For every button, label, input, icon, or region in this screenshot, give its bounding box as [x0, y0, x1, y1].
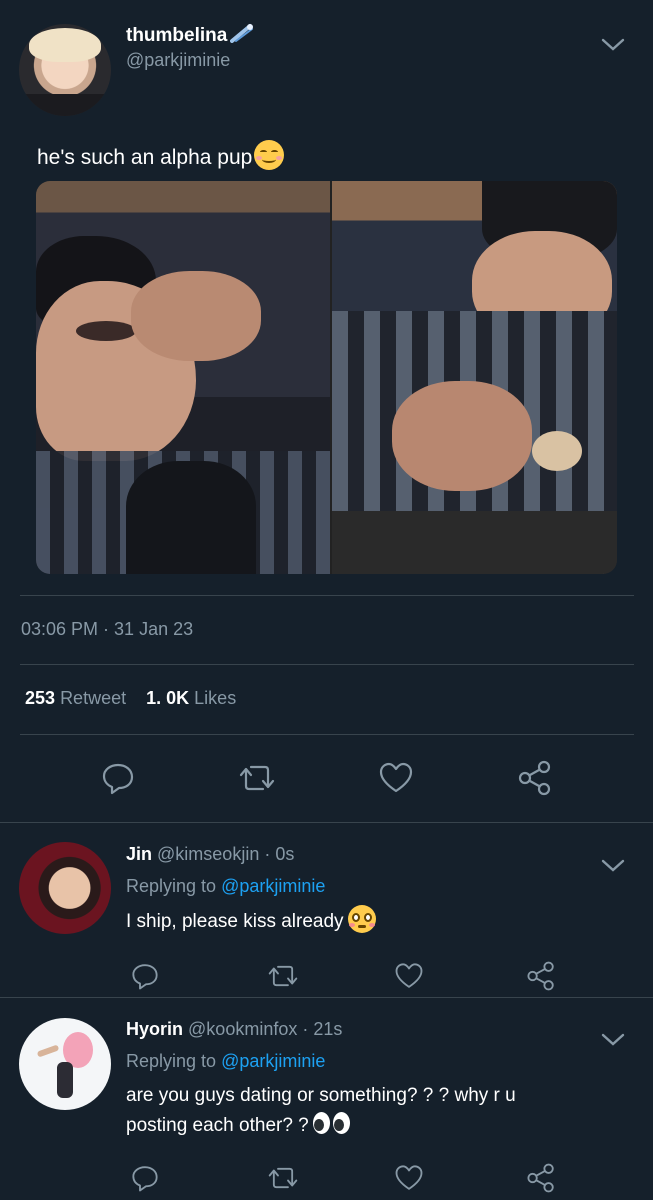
likes-stat[interactable]: 1. 0K Likes	[146, 688, 236, 708]
reply-text: I ship, please kiss already	[126, 905, 376, 937]
share-icon[interactable]	[515, 758, 555, 798]
reply-action-bar	[0, 1158, 653, 1198]
reply-icon[interactable]	[125, 1158, 165, 1198]
reply-action-bar	[0, 956, 653, 996]
like-icon[interactable]	[389, 956, 429, 996]
chevron-down-icon[interactable]	[600, 858, 626, 874]
reply-text-line: posting each other? ?	[126, 1115, 309, 1136]
smiling-blush-emoji-icon	[254, 140, 285, 170]
retweet-icon[interactable]	[263, 1158, 303, 1198]
replying-to: Replying to @parkjiminie	[126, 1051, 325, 1072]
author-display-name[interactable]: thumbelina	[126, 23, 254, 49]
reply-text-content: I ship, please kiss already	[126, 911, 344, 932]
like-icon[interactable]	[389, 1158, 429, 1198]
replying-to: Replying to @parkjiminie	[126, 876, 325, 897]
reply-header: Hyorin @kookminfox · 21s	[126, 1019, 342, 1040]
tweet-timestamp[interactable]: 03:06 PM · 31 Jan 23	[21, 619, 193, 640]
retweet-icon[interactable]	[237, 758, 277, 798]
reply-author-avatar[interactable]	[19, 842, 111, 934]
reply-author-name[interactable]: Hyorin	[126, 1019, 183, 1039]
chevron-down-icon[interactable]	[600, 1032, 626, 1048]
main-tweet: thumbelina @parkjiminie he's such an alp…	[0, 0, 653, 822]
share-icon[interactable]	[521, 956, 561, 996]
retweet-icon[interactable]	[263, 956, 303, 996]
reply-tweet[interactable]: Jin @kimseokjin · 0s Replying to @parkji…	[0, 823, 653, 997]
reply-text-line: are you guys dating or something? ? ? wh…	[126, 1085, 516, 1106]
eyes-emoji-icon	[312, 1111, 351, 1135]
likes-count: 1. 0K	[146, 688, 190, 708]
comet-emoji-icon	[230, 23, 254, 49]
tweet-media-grid[interactable]	[36, 181, 617, 574]
author-name-text: thumbelina	[126, 25, 228, 46]
tweet-text-content: he's such an alpha pup	[37, 146, 253, 169]
reply-header: Jin @kimseokjin · 0s	[126, 844, 294, 865]
reply-text-line-with-emoji: posting each other? ?	[126, 1111, 516, 1141]
reply-author-name[interactable]: Jin	[126, 844, 152, 864]
author-avatar[interactable]	[19, 24, 111, 116]
reply-tweet[interactable]: Hyorin @kookminfox · 21s Replying to @pa…	[0, 998, 653, 1200]
share-icon[interactable]	[521, 1158, 561, 1198]
chevron-down-icon[interactable]	[600, 37, 626, 53]
divider	[20, 664, 634, 665]
reply-author-handle[interactable]: @kimseokjin	[157, 844, 259, 864]
divider	[20, 595, 634, 596]
tweet-stats: 253 Retweet 1. 0K Likes	[25, 688, 236, 709]
reply-author-avatar[interactable]	[19, 1018, 111, 1110]
tweet-photo-right[interactable]	[332, 181, 617, 574]
reply-author-handle[interactable]: @kookminfox	[188, 1019, 297, 1039]
tweet-photo-left[interactable]	[36, 181, 330, 574]
retweet-count: 253	[25, 688, 56, 708]
reply-time: · 21s	[302, 1019, 343, 1039]
author-handle[interactable]: @parkjiminie	[126, 50, 230, 71]
divider	[20, 734, 634, 735]
reply-text: are you guys dating or something? ? ? wh…	[126, 1081, 516, 1141]
reply-icon[interactable]	[125, 956, 165, 996]
tweet-text: he's such an alpha pup	[37, 140, 285, 170]
replying-to-link[interactable]: @parkjiminie	[221, 1051, 325, 1071]
retweet-label: Retweet	[60, 688, 127, 708]
likes-label: Likes	[194, 688, 237, 708]
replying-label: Replying to	[126, 876, 217, 896]
replying-to-link[interactable]: @parkjiminie	[221, 876, 325, 896]
reply-icon[interactable]	[98, 758, 138, 798]
tweet-action-bar	[0, 758, 653, 798]
retweet-stat[interactable]: 253 Retweet	[25, 688, 126, 708]
like-icon[interactable]	[376, 758, 416, 798]
reply-time: · 0s	[264, 844, 295, 864]
replying-label: Replying to	[126, 1051, 217, 1071]
flushed-face-emoji-icon	[347, 905, 376, 933]
